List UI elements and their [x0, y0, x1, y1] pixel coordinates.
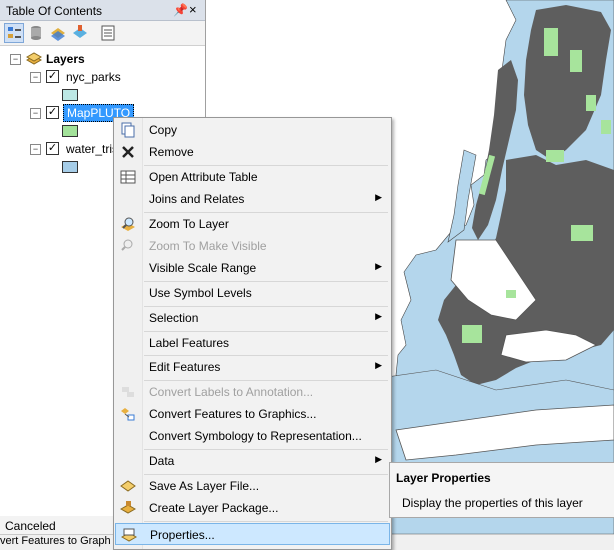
- collapse-mappluto-icon[interactable]: −: [30, 108, 41, 119]
- menu-item-label: Zoom To Layer: [149, 217, 229, 231]
- layer-package-icon: [119, 500, 137, 516]
- zoom-to-layer-icon: [120, 216, 136, 232]
- menu-item-visible-scale-range[interactable]: Visible Scale Range ▶: [115, 257, 390, 279]
- menu-item-copy[interactable]: Copy: [115, 119, 390, 141]
- menu-item-label: Selection: [149, 311, 199, 325]
- menu-item-label: Open Attribute Table: [149, 170, 258, 184]
- park: [571, 225, 593, 241]
- tooltip-title: Layer Properties: [396, 471, 491, 485]
- zoom-to-visible-icon: [120, 238, 136, 254]
- menu-item-convert-symbology-to-representation[interactable]: Convert Symbology to Representation...: [115, 425, 390, 447]
- menu-item-label: Zoom To Make Visible: [149, 239, 267, 253]
- park: [570, 50, 582, 72]
- pin-icon[interactable]: 📌: [173, 3, 188, 17]
- tooltip-description: Display the properties of this layer: [402, 496, 583, 510]
- collapse-water-tris-icon[interactable]: −: [30, 144, 41, 155]
- menu-item-label: Create Layer Package...: [149, 501, 279, 515]
- tooltip: Layer Properties Display the properties …: [389, 462, 614, 518]
- menu-item-save-as-layer-file[interactable]: Save As Layer File...: [115, 475, 390, 497]
- menu-item-convert-features-to-graphics[interactable]: Convert Features to Graphics...: [115, 403, 390, 425]
- submenu-arrow-icon: ▶: [375, 454, 382, 464]
- submenu-arrow-icon: ▶: [375, 311, 382, 321]
- list-by-source-icon[interactable]: [26, 23, 46, 43]
- layer-file-icon: [120, 478, 136, 494]
- menu-item-convert-labels-to-annotation[interactable]: Convert Labels to Annotation...: [115, 381, 390, 403]
- nyc-parks-symbol-swatch[interactable]: [62, 89, 78, 101]
- menu-item-remove[interactable]: Remove: [115, 141, 390, 163]
- toc-title-bar: Table Of Contents 📌 ×: [0, 0, 205, 21]
- menu-item-selection[interactable]: Selection ▶: [115, 307, 390, 329]
- submenu-arrow-icon: ▶: [375, 261, 382, 271]
- toc-toolbar: [0, 21, 205, 46]
- remove-icon: [120, 144, 136, 160]
- menu-item-create-layer-package[interactable]: Create Layer Package...: [115, 497, 390, 519]
- status-text: Canceled: [5, 519, 56, 533]
- menu-item-joins-and-relates[interactable]: Joins and Relates ▶: [115, 188, 390, 210]
- list-by-selection-icon[interactable]: [70, 23, 90, 43]
- layer-context-menu: Copy Remove Open Attribute Table Joins a…: [113, 117, 392, 550]
- close-icon[interactable]: ×: [189, 2, 197, 17]
- menu-item-label: Label Features: [149, 336, 230, 350]
- menu-item-zoom-to-make-visible[interactable]: Zoom To Make Visible: [115, 235, 390, 257]
- submenu-arrow-icon: ▶: [375, 192, 382, 202]
- mappluto-visibility-checkbox[interactable]: ✓: [46, 106, 59, 119]
- menu-item-label: Remove: [149, 145, 194, 159]
- list-by-visibility-icon[interactable]: [48, 23, 68, 43]
- table-icon: [120, 169, 136, 185]
- menu-separator: [144, 521, 388, 522]
- menu-item-label: Edit Features: [149, 360, 221, 374]
- menu-item-use-symbol-levels[interactable]: Use Symbol Levels: [115, 282, 390, 304]
- menu-item-label: Visible Scale Range: [149, 261, 257, 275]
- menu-item-properties[interactable]: Properties...: [115, 523, 390, 545]
- menu-item-label: Use Symbol Levels: [149, 286, 252, 300]
- menu-item-label: Properties...: [150, 528, 215, 542]
- menu-item-label: Convert Labels to Annotation...: [149, 385, 314, 399]
- collapse-nyc-parks-icon[interactable]: −: [30, 72, 41, 83]
- layers-icon: [25, 51, 43, 70]
- water-tris-symbol-swatch[interactable]: [62, 161, 78, 173]
- convert-graphics-icon: [120, 406, 136, 422]
- layer-name-nyc-parks[interactable]: nyc_parks: [66, 70, 121, 84]
- menu-item-label-features[interactable]: Label Features: [115, 332, 390, 354]
- submenu-arrow-icon: ▶: [375, 360, 382, 370]
- menu-item-label: Copy: [149, 123, 178, 137]
- app-status-text: vert Features to Graph: [0, 535, 111, 547]
- water-tris-visibility-checkbox[interactable]: ✓: [46, 142, 59, 155]
- park: [601, 120, 611, 134]
- convert-labels-icon: [120, 384, 136, 400]
- options-icon[interactable]: [98, 23, 118, 43]
- nyc-parks-visibility-checkbox[interactable]: ✓: [46, 70, 59, 83]
- menu-item-edit-features[interactable]: Edit Features ▶: [115, 356, 390, 378]
- copy-icon: [120, 122, 136, 138]
- menu-item-open-attribute-table[interactable]: Open Attribute Table: [115, 166, 390, 188]
- layers-root-label[interactable]: Layers: [46, 52, 85, 66]
- menu-item-data[interactable]: Data ▶: [115, 450, 390, 472]
- toc-title: Table Of Contents: [6, 4, 103, 18]
- park: [462, 325, 482, 343]
- menu-item-zoom-to-layer[interactable]: Zoom To Layer: [115, 213, 390, 235]
- park: [586, 95, 596, 111]
- mappluto-symbol-swatch[interactable]: [62, 125, 78, 137]
- menu-item-label: Data: [149, 454, 175, 468]
- menu-item-label: Convert Symbology to Representation...: [149, 429, 362, 443]
- menu-item-label: Joins and Relates: [149, 192, 245, 206]
- properties-icon: [120, 527, 138, 543]
- layer-name-water-tris[interactable]: water_tris: [66, 142, 118, 156]
- collapse-layers-icon[interactable]: −: [10, 54, 21, 65]
- menu-item-label: Save As Layer File...: [149, 479, 260, 493]
- list-by-drawing-order-icon[interactable]: [4, 23, 24, 43]
- menu-item-label: Convert Features to Graphics...: [149, 407, 317, 421]
- park: [544, 28, 558, 56]
- park: [506, 290, 516, 298]
- park: [546, 150, 564, 162]
